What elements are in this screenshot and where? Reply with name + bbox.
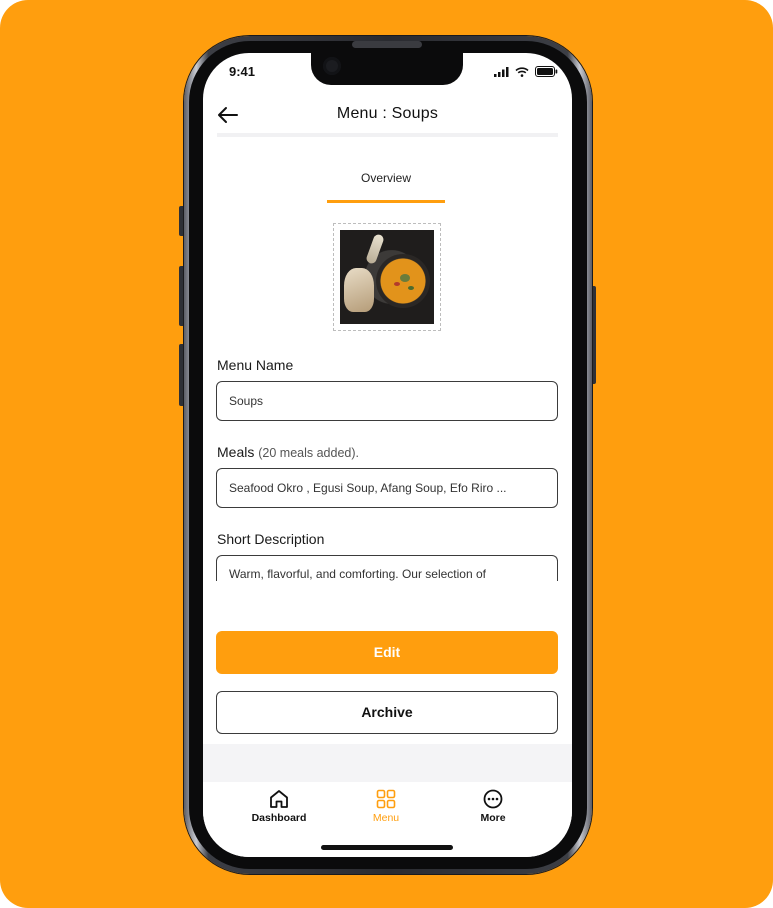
archive-button[interactable]: Archive [216,691,558,734]
content-footer-band [203,744,572,782]
tab-overview[interactable]: Overview [327,171,445,203]
nav-label-dashboard: Dashboard [251,812,307,824]
meals-label-text: Meals [217,444,255,460]
tab-active-indicator [327,200,445,203]
spoon-shape [365,233,385,265]
meals-input[interactable]: Seafood Okro , Egusi Soup, Afang Soup, E… [216,468,558,508]
home-icon [270,790,288,808]
bread-shape [344,268,374,312]
app-screen: 9:41 Menu : Soups Overview Menu Name Sou… [203,53,572,857]
page-title: Menu : Soups [336,105,439,122]
nav-item-more[interactable]: More [448,788,538,824]
garnish-shape [400,274,410,282]
nav-label-more: More [480,812,506,824]
home-indicator [321,845,453,850]
short-description-textarea[interactable]: Warm, flavorful, and comforting. Our sel… [216,555,558,581]
edit-button[interactable]: Edit [216,631,558,674]
nav-item-dashboard[interactable]: Dashboard [234,788,324,824]
menu-image [340,230,434,324]
app-header: Menu : Soups [203,97,572,135]
front-camera [323,57,341,75]
status-icons [494,66,558,77]
more-icon [483,789,503,809]
signal-icon [494,66,509,77]
status-time: 9:41 [229,64,256,79]
wifi-icon [515,66,529,77]
menu-image-frame[interactable] [333,223,441,331]
menu-name-label: Menu Name [217,357,294,373]
nav-label-menu: Menu [372,812,400,824]
header-divider [217,133,558,137]
earpiece-speaker [352,41,422,48]
nav-item-menu[interactable]: Menu [341,788,431,824]
battery-icon [535,66,558,77]
short-description-label: Short Description [217,531,325,547]
menu-name-input[interactable]: Soups [216,381,558,421]
meals-label: Meals (20 meals added). [217,444,359,460]
meals-count-note: (20 meals added). [258,446,360,460]
notch [311,53,463,85]
grid-icon [376,789,396,809]
